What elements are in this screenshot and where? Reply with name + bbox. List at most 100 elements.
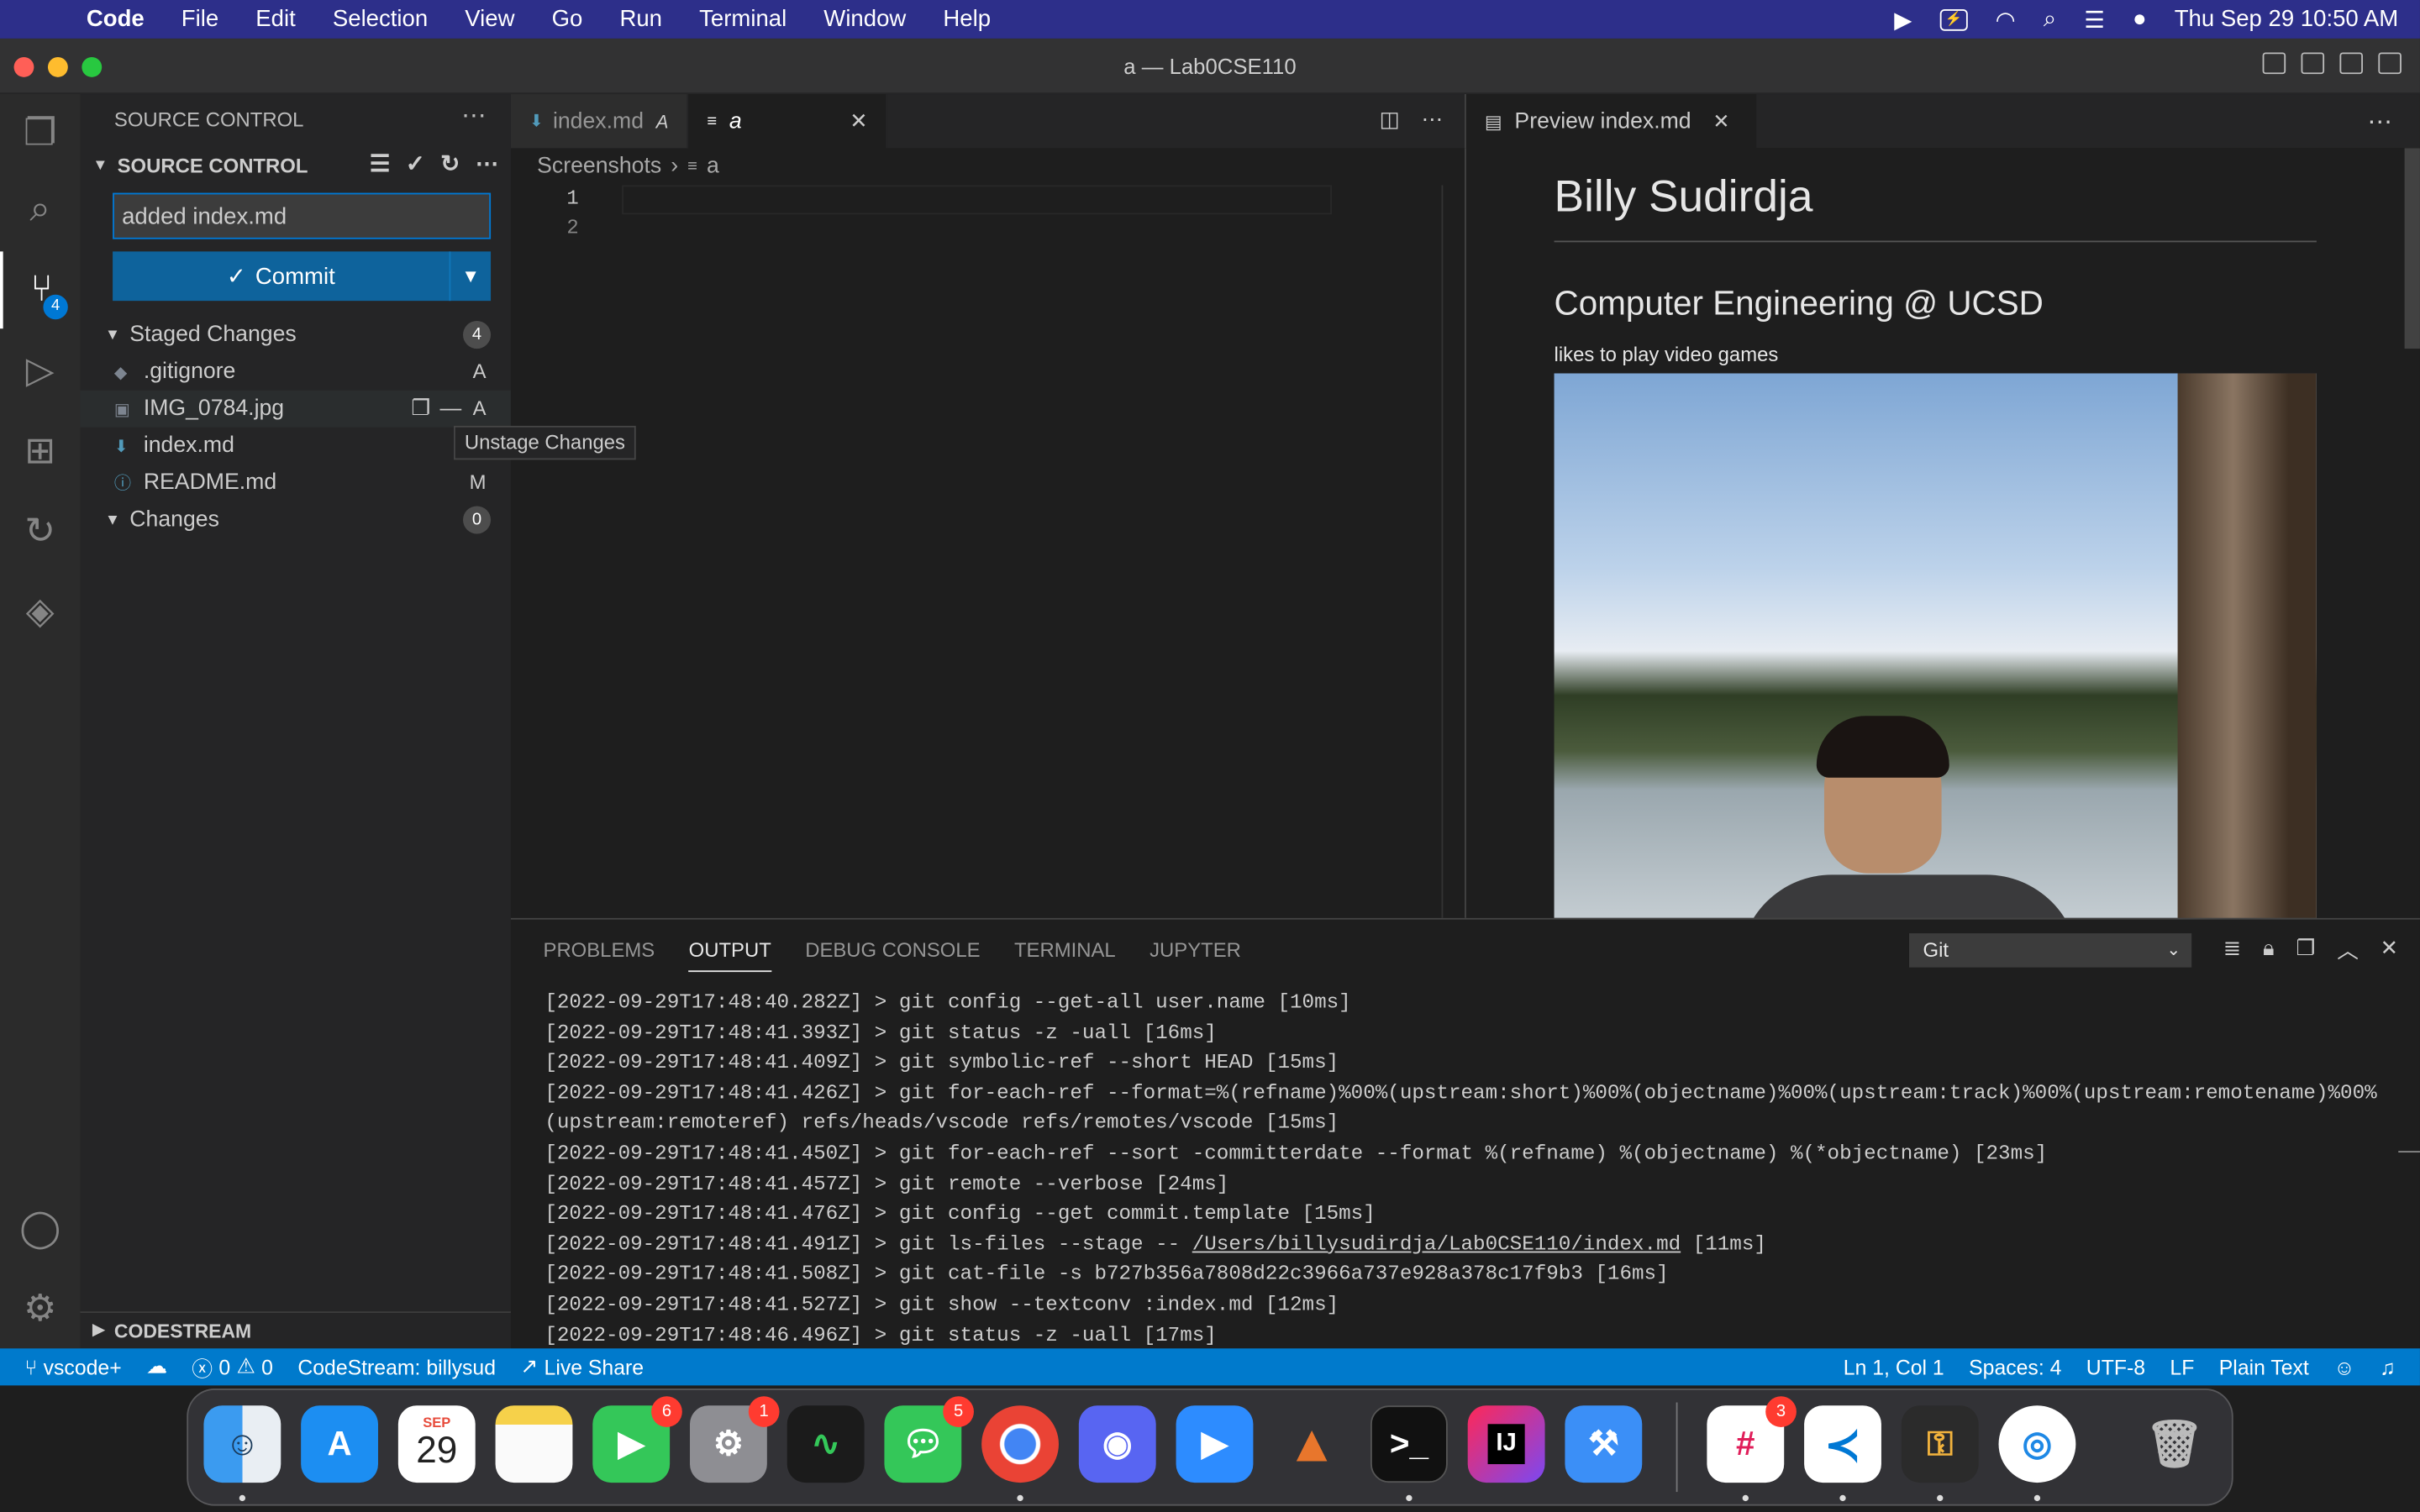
staged-file-img[interactable]: ▣ IMG_0784.jpg ❐ — A <box>80 390 511 428</box>
more-icon[interactable]: ⋯ <box>476 150 499 177</box>
menu-view[interactable]: View <box>446 6 533 32</box>
preview-scrollbar[interactable] <box>2404 148 2420 349</box>
staged-file-index-md[interactable]: ⬇ index.md <box>81 428 511 465</box>
tab-debug-console[interactable]: DEBUG CONSOLE <box>788 920 997 979</box>
commit-message-input[interactable] <box>113 192 492 239</box>
extensions-icon[interactable]: ⊞ <box>0 412 81 489</box>
status-sync[interactable]: ☁ <box>134 1355 179 1379</box>
zoom-icon[interactable]: ▶ <box>1176 1405 1254 1483</box>
tab-terminal[interactable]: TERMINAL <box>997 920 1133 979</box>
menu-help[interactable]: Help <box>924 6 1009 32</box>
codestream-section[interactable]: ▶ CODESTREAM <box>80 1311 511 1348</box>
notes-icon[interactable] <box>495 1405 573 1483</box>
menu-window[interactable]: Window <box>805 6 924 32</box>
chrome-icon[interactable] <box>981 1405 1059 1483</box>
status-indentation[interactable]: Spaces: 4 <box>1956 1356 2074 1379</box>
feedback-icon[interactable]: ☺ <box>2322 1356 2368 1379</box>
tab-jupyter[interactable]: JUPYTER <box>1133 920 1258 979</box>
play-icon[interactable]: ▶ <box>1894 5 1912 33</box>
vscode-icon[interactable]: ≺ <box>1804 1405 1881 1483</box>
manage-gear-icon[interactable]: ⚙ <box>0 1270 81 1347</box>
changes-group[interactable]: ▼ Changes 0 <box>81 501 511 538</box>
lock-scroll-icon[interactable]: 🔒︎ <box>2263 935 2275 966</box>
finder-icon[interactable]: ☺ <box>203 1405 281 1483</box>
close-tab-icon[interactable]: ✕ <box>1712 108 1729 133</box>
discord-icon[interactable]: ◉ <box>1078 1405 1156 1483</box>
safari-icon[interactable]: ◎ <box>1998 1405 2076 1483</box>
more-actions-icon[interactable]: ⋯ <box>2367 107 2391 138</box>
tab-index-md[interactable]: ⬇ index.md A <box>510 94 689 149</box>
messages-icon[interactable]: 💬︎ 5 <box>884 1396 974 1483</box>
matlab-icon[interactable]: ▲ <box>1273 1405 1350 1483</box>
accounts-icon[interactable]: ◯ <box>0 1189 81 1267</box>
menu-go[interactable]: Go <box>534 6 602 32</box>
source-control-icon[interactable]: ⑂ 4 <box>0 251 81 329</box>
maximize-panel-icon[interactable]: ︿ <box>2337 935 2359 966</box>
toggle-primary-sidebar-icon[interactable] <box>2262 52 2286 75</box>
tab-problems[interactable]: PROBLEMS <box>526 920 671 979</box>
xcode-icon[interactable]: ⚒ <box>1565 1405 1643 1483</box>
unstage-icon[interactable]: — <box>439 395 461 421</box>
codestream-icon[interactable]: ◈ <box>0 572 81 649</box>
system-preferences-icon[interactable]: ⚙ 1 <box>690 1396 780 1483</box>
refresh-icon[interactable]: ↻ <box>440 150 460 177</box>
customize-layout-icon[interactable] <box>2378 52 2402 75</box>
run-debug-icon[interactable]: ▷ <box>0 332 81 409</box>
commit-button[interactable]: ✓ Commit <box>113 251 450 302</box>
output-channel-select[interactable]: Git ⌄ <box>1908 933 2192 968</box>
tab-a[interactable]: ≡ a ✕ <box>688 94 888 149</box>
status-branch[interactable]: ⑂ vscode+ <box>0 1356 134 1379</box>
search-icon[interactable]: ⌕ <box>0 171 81 249</box>
menu-terminal[interactable]: Terminal <box>681 6 805 32</box>
trash-icon[interactable]: 🗑︎ <box>2136 1405 2213 1483</box>
notifications-bell-icon[interactable]: ♫ <box>2367 1356 2407 1379</box>
view-as-tree-icon[interactable]: ☰ <box>370 150 391 177</box>
open-file-icon[interactable]: ❐ <box>411 395 430 421</box>
commit-check-icon[interactable]: ✓ <box>406 150 425 177</box>
staged-file-readme[interactable]: ⓘ README.md M <box>81 465 511 501</box>
intellij-icon[interactable]: IJ <box>1467 1405 1545 1483</box>
siri-icon[interactable]: ● <box>2133 6 2147 32</box>
commit-dropdown-button[interactable]: ▼ <box>449 251 492 302</box>
close-panel-icon[interactable]: ✕ <box>2381 935 2399 966</box>
breadcrumb-file[interactable]: a <box>707 155 719 179</box>
panel-scrollbar[interactable] <box>2398 1151 2420 1153</box>
menu-file[interactable]: File <box>163 6 237 32</box>
status-problems[interactable]: ⓧ 0 ⚠ 0 <box>180 1352 286 1383</box>
status-language[interactable]: Plain Text <box>2207 1356 2321 1379</box>
split-editor-icon[interactable]: ◫ <box>1380 107 1400 133</box>
toggle-secondary-sidebar-icon[interactable] <box>2339 52 2363 75</box>
text-editor[interactable]: 1 2 <box>510 185 1465 918</box>
more-actions-icon[interactable]: ⋯ <box>461 100 486 131</box>
control-center-icon[interactable]: ☰ <box>2084 5 2105 33</box>
status-cursor-position[interactable]: Ln 1, Col 1 <box>1831 1356 1956 1379</box>
menubar-clock[interactable]: Thu Sep 29 10:50 AM <box>2175 6 2399 32</box>
slack-icon[interactable]: # 3 <box>1707 1396 1797 1483</box>
source-control-section[interactable]: ▼ SOURCE CONTROL ☰ ✓ ↻ ⋯ <box>81 144 511 186</box>
breadcrumb-folder[interactable]: Screenshots <box>537 155 661 179</box>
status-encoding[interactable]: UTF-8 <box>2074 1356 2158 1379</box>
app-store-icon[interactable]: A <box>301 1405 378 1483</box>
spotlight-search-icon[interactable]: ⌕ <box>2044 6 2056 32</box>
menu-selection[interactable]: Selection <box>314 6 446 32</box>
tab-preview-index[interactable]: ▤ Preview index.md ✕ <box>1465 94 1757 149</box>
battery-icon[interactable]: ⚡ <box>1939 8 1968 30</box>
keychain-icon[interactable]: ⚿ <box>1901 1405 1979 1483</box>
status-liveshare[interactable]: ↗ Live Share <box>508 1355 656 1379</box>
toggle-panel-icon[interactable] <box>2301 52 2325 75</box>
facetime-icon[interactable]: ▶ 6 <box>592 1396 682 1483</box>
staged-file-gitignore[interactable]: ◆ .gitignore A <box>81 354 511 391</box>
explorer-icon[interactable]: ❐ <box>0 94 81 171</box>
staged-changes-group[interactable]: ▼ Staged Changes 4 <box>81 317 511 354</box>
terminal-icon[interactable]: >_ <box>1370 1405 1448 1483</box>
menu-run[interactable]: Run <box>601 6 681 32</box>
status-eol[interactable]: LF <box>2158 1356 2207 1379</box>
calendar-icon[interactable]: SEP 29 <box>397 1405 476 1483</box>
more-actions-icon[interactable]: ⋯ <box>1422 107 1444 133</box>
log-file-link[interactable]: /Users/billysudirdja/Lab0CSE110/index.md <box>1192 1232 1681 1256</box>
activity-monitor-icon[interactable]: ∿ <box>786 1405 865 1483</box>
wifi-icon[interactable]: ◠ <box>1996 5 2016 33</box>
remote-explorer-icon[interactable]: ↻ <box>0 492 81 570</box>
open-output-editor-icon[interactable]: ❐ <box>2296 935 2315 966</box>
menu-app-name[interactable]: Code <box>87 6 163 32</box>
